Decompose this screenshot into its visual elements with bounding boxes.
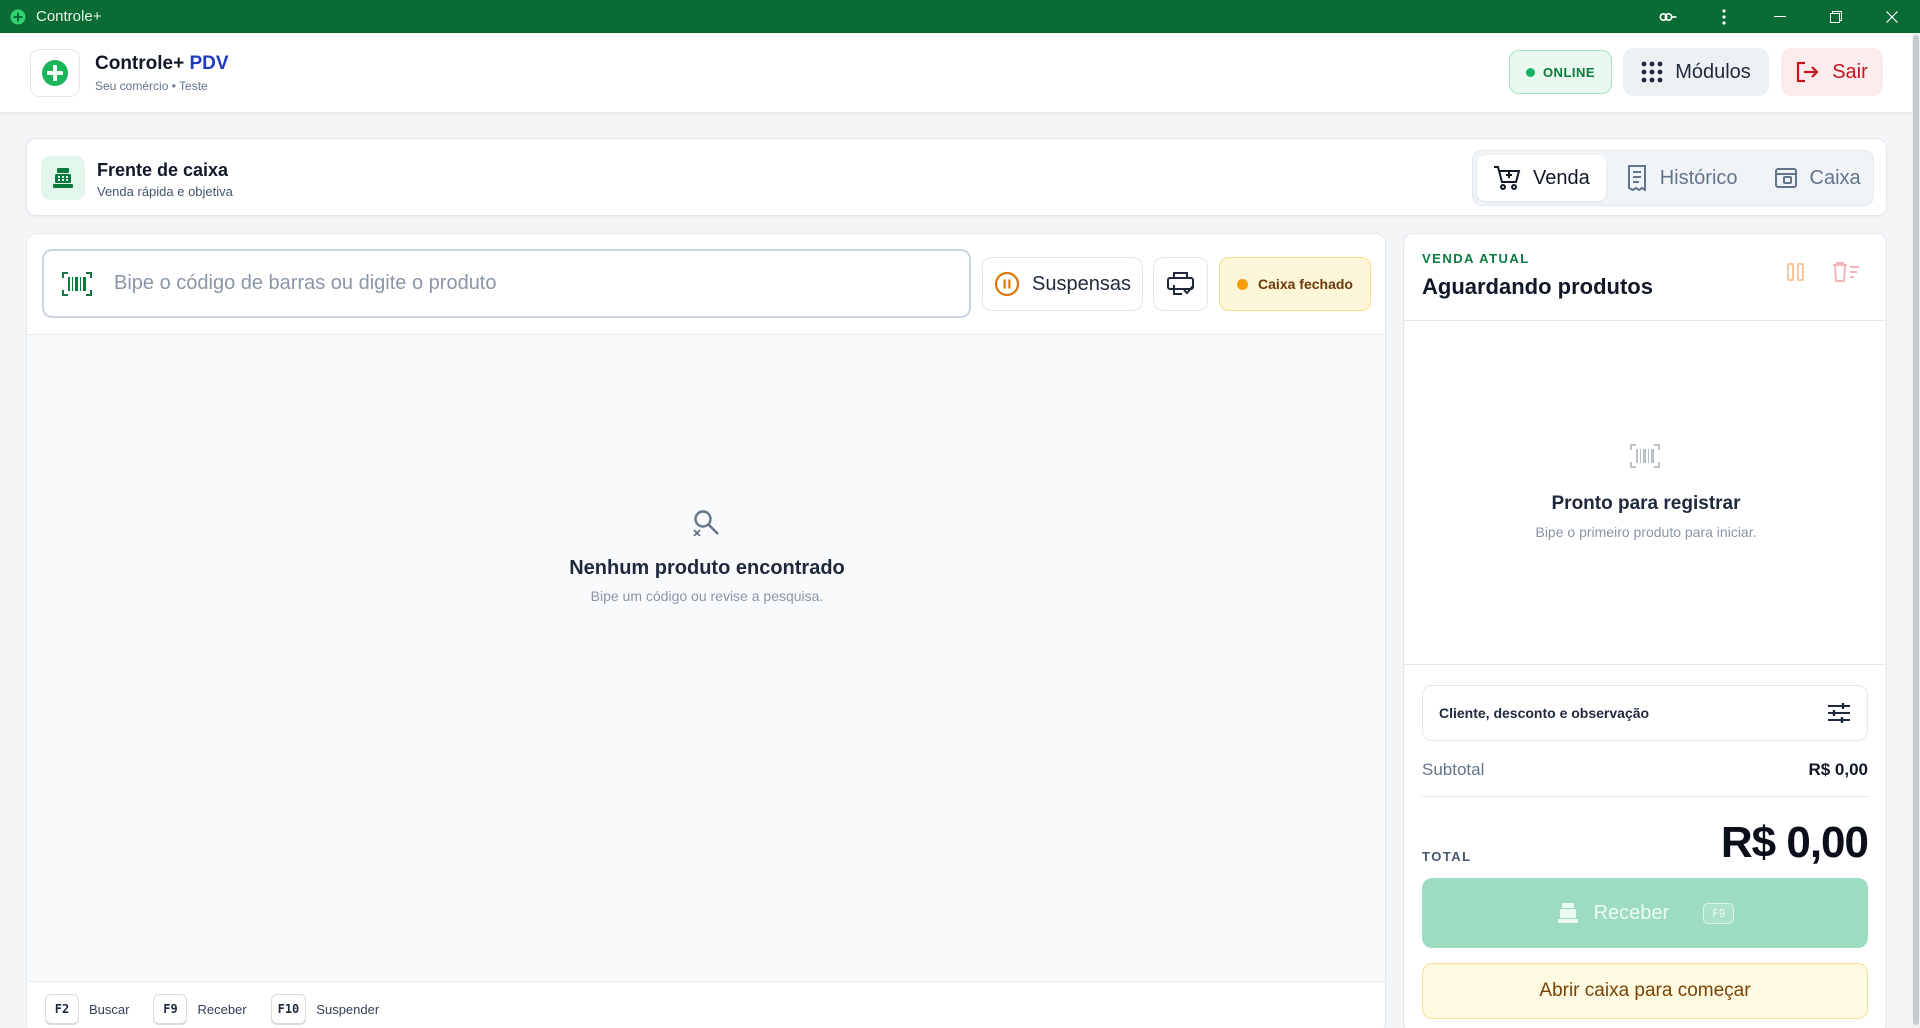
product-search-input[interactable]	[114, 272, 934, 295]
shortcut-suspender: F10 Suspender	[270, 994, 380, 1024]
total-label: TOTAL	[1422, 849, 1472, 864]
shortcut-key: F9	[153, 994, 188, 1024]
tab-label: Venda	[1533, 166, 1590, 189]
tab-label: Histórico	[1659, 166, 1738, 189]
status-dot-icon	[1525, 67, 1535, 77]
product-search-box[interactable]	[42, 249, 971, 318]
status-label: ONLINE	[1542, 64, 1596, 80]
key-icon[interactable]	[1640, 0, 1696, 33]
product-results-area: Nenhum produto encontrado Bipe um código…	[27, 334, 1385, 982]
clear-sale-icon[interactable]	[1832, 262, 1860, 282]
restore-icon[interactable]	[1808, 0, 1864, 33]
logout-icon	[1797, 61, 1819, 83]
receive-payment-button[interactable]: Receber F9	[1422, 878, 1868, 948]
window-title: Controle+	[36, 8, 102, 25]
tab-venda[interactable]: Venda	[1477, 155, 1606, 201]
receipt-icon	[1627, 165, 1646, 191]
section-subtitle: Venda rápida e objetiva	[97, 184, 233, 199]
cash-register-icon	[41, 156, 85, 200]
divider	[1404, 320, 1886, 321]
empty-results-title: Nenhum produto encontrado	[569, 557, 845, 579]
cash-status-badge: Caixa fechado	[1219, 257, 1371, 311]
subtotal-row: Subtotal R$ 0,00	[1422, 760, 1868, 780]
section-title: Frente de caixa	[97, 160, 229, 180]
current-sale-kicker: VENDA ATUAL	[1422, 251, 1530, 266]
keyboard-shortcuts: F2 Buscar F9 Receber F10 Suspender	[45, 994, 379, 1024]
products-panel: Suspensas Caixa fechado Nenhum produto e…	[26, 233, 1386, 1028]
cart-icon	[1494, 166, 1521, 190]
plus-logo-icon	[42, 60, 68, 86]
shortcut-buscar: F2 Buscar	[45, 994, 129, 1024]
tab-label: Caixa	[1809, 166, 1861, 189]
subtotal-label: Subtotal	[1422, 760, 1485, 779]
section-header: Frente de caixa Venda rápida e objetiva …	[26, 138, 1887, 216]
suspended-label: Suspensas	[1032, 272, 1131, 295]
tab-historico[interactable]: Histórico	[1610, 155, 1754, 201]
receive-shortcut-key: F9	[1703, 902, 1735, 924]
cash-register-icon	[1557, 903, 1578, 923]
pause-circle-icon	[994, 271, 1020, 297]
exit-button[interactable]: Sair	[1781, 48, 1883, 96]
shortcut-receber: F9 Receber	[153, 994, 247, 1024]
divider	[1404, 664, 1886, 665]
current-sale-panel: VENDA ATUAL Aguardando produtos Pronto p…	[1403, 233, 1887, 1028]
exit-label: Sair	[1832, 60, 1868, 83]
view-tabs: Venda Histórico Caixa	[1472, 150, 1874, 206]
sale-options-button[interactable]: Cliente, desconto e observação	[1422, 685, 1868, 741]
ready-subtitle: Bipe o primeiro produto para iniciar.	[1535, 524, 1757, 540]
print-button[interactable]	[1153, 257, 1208, 311]
brand-subtitle: Seu comércio • Teste	[95, 79, 208, 93]
modules-button[interactable]: Módulos	[1623, 48, 1769, 96]
sale-options-label: Cliente, desconto e observação	[1439, 705, 1650, 721]
tab-caixa[interactable]: Caixa	[1758, 155, 1877, 201]
online-status-badge: ONLINE	[1509, 50, 1612, 94]
shortcut-key: F10	[270, 994, 307, 1024]
pause-sale-icon[interactable]	[1786, 262, 1806, 282]
shortcut-label: Suspender	[316, 1001, 380, 1017]
barcode-icon	[1630, 444, 1660, 468]
modules-label: Módulos	[1675, 60, 1751, 83]
more-options-icon[interactable]	[1696, 0, 1752, 33]
shortcut-label: Buscar	[89, 1001, 130, 1017]
total-row: TOTAL R$ 0,00	[1422, 812, 1869, 868]
subtotal-value: R$ 0,00	[1808, 760, 1868, 779]
divider	[1422, 796, 1868, 797]
shortcut-label: Receber	[197, 1001, 247, 1017]
window-titlebar: Controle+	[0, 0, 1920, 33]
open-cash-label: Abrir caixa para começar	[1539, 980, 1751, 1001]
open-cash-button[interactable]: Abrir caixa para começar	[1422, 963, 1868, 1019]
receive-label: Receber	[1593, 901, 1670, 924]
brand-logo	[30, 49, 80, 97]
printer-check-icon	[1166, 272, 1194, 295]
brand-suffix: PDV	[189, 53, 229, 74]
ready-title: Pronto para registrar	[1551, 493, 1741, 514]
sliders-icon	[1828, 703, 1850, 723]
current-sale-title: Aguardando produtos	[1422, 274, 1653, 299]
total-value: R$ 0,00	[1720, 818, 1869, 867]
barcode-scanner-icon	[62, 271, 92, 296]
shortcut-key: F2	[45, 994, 79, 1024]
app-header: Controle+ PDV Seu comércio • Teste ONLIN…	[0, 33, 1912, 113]
search-off-icon	[693, 510, 719, 536]
grid-icon	[1641, 61, 1663, 83]
status-dot-icon	[1237, 278, 1249, 290]
app-logo-icon	[10, 9, 26, 24]
empty-results-subtitle: Bipe um código ou revise a pesquisa.	[590, 588, 824, 604]
close-icon[interactable]	[1864, 0, 1920, 33]
window-scrollbar[interactable]	[1912, 33, 1920, 1028]
scrollbar-thumb[interactable]	[1913, 35, 1919, 1025]
cash-drawer-icon	[1774, 168, 1797, 188]
cash-status-label: Caixa fechado	[1258, 276, 1353, 292]
brand-name: Controle+ PDV	[95, 53, 229, 74]
minimize-icon[interactable]	[1752, 0, 1808, 33]
suspended-sales-button[interactable]: Suspensas	[982, 257, 1143, 311]
